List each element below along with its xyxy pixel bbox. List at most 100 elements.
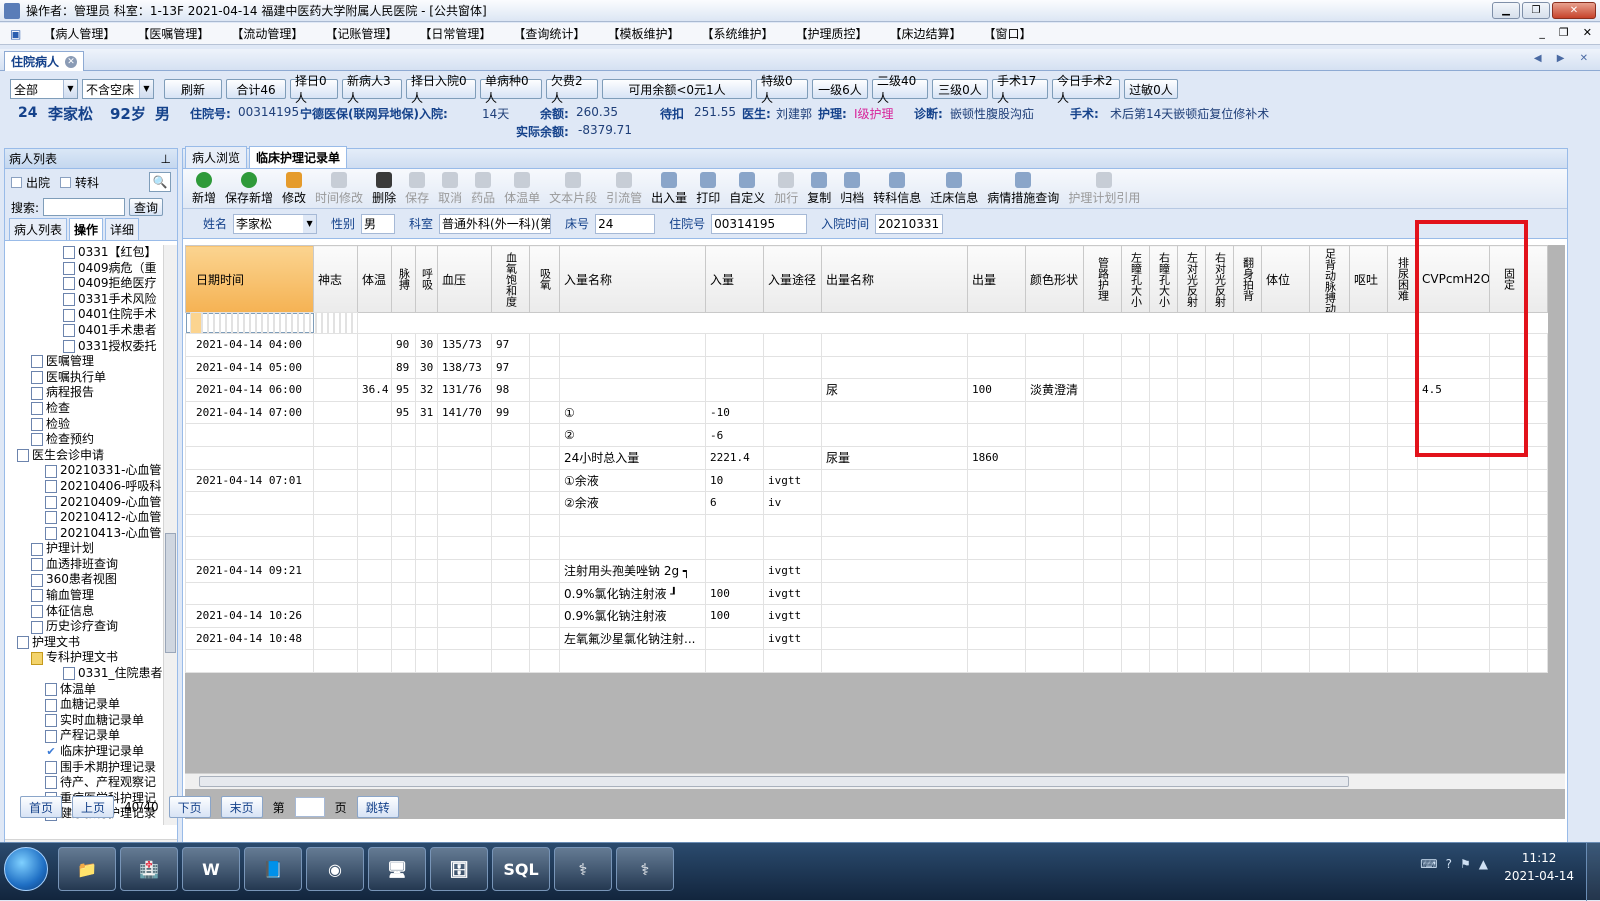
table-cell[interactable]	[529, 513, 560, 538]
table-cell[interactable]	[1309, 581, 1350, 606]
table-cell[interactable]: 2021-04-14 05:00	[185, 355, 314, 380]
table-cell[interactable]	[821, 423, 968, 447]
column-header[interactable]: 左瞳孔大小	[1121, 245, 1150, 313]
table-cell[interactable]	[491, 468, 530, 493]
tree-node[interactable]: 专科护理文书	[5, 650, 163, 666]
table-cell[interactable]	[1261, 649, 1310, 673]
menu-item[interactable]: 【床边结算】	[889, 25, 961, 42]
table-cell[interactable]	[763, 649, 822, 673]
query-button[interactable]: 查询	[129, 198, 164, 216]
table-cell[interactable]	[1177, 445, 1206, 470]
table-cell[interactable]: ivgtt	[763, 626, 822, 651]
mdi-restore-icon[interactable]: ❐	[1559, 26, 1569, 39]
table-cell[interactable]	[391, 445, 416, 470]
taskbar-app-icon[interactable]: ⚕	[616, 847, 674, 891]
table-cell[interactable]	[391, 513, 416, 538]
start-button[interactable]	[4, 847, 48, 891]
table-cell[interactable]	[1309, 604, 1350, 628]
table-cell[interactable]: 0.9%氯化钠注射液	[559, 604, 706, 628]
table-cell[interactable]	[1025, 649, 1084, 673]
column-header[interactable]: 管路护理	[1083, 245, 1122, 313]
table-cell[interactable]	[1387, 400, 1418, 425]
tree-node[interactable]: 0331手术风险	[5, 292, 163, 308]
table-cell[interactable]	[1233, 355, 1262, 380]
table-cell[interactable]: 99	[491, 400, 530, 425]
table-cell[interactable]	[313, 355, 358, 380]
table-cell[interactable]	[357, 400, 392, 425]
table-cell[interactable]	[1527, 558, 1548, 583]
table-cell[interactable]	[185, 581, 314, 606]
table-cell[interactable]	[1349, 355, 1388, 380]
maximize-button[interactable]: ❐	[1522, 2, 1550, 19]
table-cell[interactable]	[313, 333, 358, 357]
table-cell[interactable]	[1527, 581, 1548, 606]
table-row[interactable]	[185, 513, 1548, 538]
tree-node[interactable]: 护理文书	[5, 635, 163, 651]
prev-page-button[interactable]: 上页	[72, 796, 115, 818]
table-cell[interactable]	[821, 536, 968, 560]
column-header[interactable]: 呼吸	[415, 245, 438, 313]
table-cell[interactable]	[351, 311, 358, 335]
table-cell[interactable]	[705, 536, 764, 560]
table-cell[interactable]	[705, 355, 764, 380]
table-cell[interactable]	[1309, 649, 1350, 673]
table-cell[interactable]	[357, 333, 392, 357]
table-cell[interactable]: 2021-04-14 09:21	[185, 558, 314, 583]
table-cell[interactable]	[415, 491, 438, 515]
table-cell[interactable]	[1025, 536, 1084, 560]
table-cell[interactable]	[1177, 423, 1206, 447]
menu-item[interactable]: 【流动管理】	[231, 25, 303, 42]
table-cell[interactable]	[1177, 626, 1206, 651]
table-cell[interactable]	[967, 649, 1026, 673]
table-cell[interactable]	[1261, 333, 1310, 357]
table-cell[interactable]	[415, 468, 438, 493]
table-cell[interactable]	[1149, 333, 1178, 357]
table-cell[interactable]	[357, 581, 392, 606]
toolbar-button[interactable]: 加行	[771, 171, 801, 206]
table-cell[interactable]	[313, 423, 358, 447]
table-cell[interactable]	[529, 468, 560, 493]
taskbar-app-icon[interactable]: 🗄	[430, 847, 488, 891]
table-cell[interactable]	[1349, 378, 1388, 402]
table-cell[interactable]	[391, 468, 416, 493]
filter-button[interactable]: 单病种0人	[480, 74, 542, 105]
table-cell[interactable]	[1261, 536, 1310, 560]
table-cell[interactable]	[313, 649, 358, 673]
table-cell[interactable]	[705, 649, 764, 673]
table-cell[interactable]	[1205, 491, 1234, 515]
table-cell[interactable]	[1149, 355, 1178, 380]
tree-node[interactable]: 血糖记录单	[5, 697, 163, 713]
table-cell[interactable]	[1417, 604, 1490, 628]
table-cell[interactable]	[529, 558, 560, 583]
column-header[interactable]: 体温	[357, 245, 392, 313]
table-row[interactable]: 2021-04-14 10:48 左氧氟沙星氯化钠注射... ivgtt	[185, 626, 1548, 651]
table-cell[interactable]	[559, 649, 706, 673]
table-cell[interactable]	[1233, 378, 1262, 402]
table-cell[interactable]: 32	[415, 378, 438, 402]
tree-node[interactable]: 0331【红包】	[5, 245, 163, 261]
filter-button[interactable]: 手术17人	[992, 74, 1048, 105]
table-cell[interactable]	[357, 604, 392, 628]
table-cell[interactable]	[437, 581, 492, 606]
table-cell[interactable]	[1349, 536, 1388, 560]
table-cell[interactable]	[1349, 604, 1388, 628]
table-cell[interactable]	[529, 445, 560, 470]
table-cell[interactable]	[1177, 355, 1206, 380]
table-cell[interactable]	[313, 513, 358, 538]
table-cell[interactable]	[1205, 604, 1234, 628]
table-cell[interactable]: 注射用头孢美唑钠 2g ┑	[559, 558, 706, 583]
table-cell[interactable]	[1149, 378, 1178, 402]
table-cell[interactable]	[1417, 513, 1490, 538]
table-cell[interactable]: 6	[705, 491, 764, 515]
table-cell[interactable]	[437, 468, 492, 493]
table-cell[interactable]	[821, 604, 968, 628]
table-cell[interactable]	[1121, 378, 1150, 402]
table-cell[interactable]	[491, 626, 530, 651]
table-cell[interactable]	[559, 378, 706, 402]
tab-inpatients[interactable]: 住院病人 ✕	[4, 51, 85, 71]
table-cell[interactable]	[763, 333, 822, 357]
tree-node[interactable]: 20210409-心血管	[5, 495, 163, 511]
tree-node[interactable]: 体征信息	[5, 604, 163, 620]
table-cell[interactable]: 2021-04-14 07:01	[185, 468, 314, 493]
table-cell[interactable]	[1149, 604, 1178, 628]
